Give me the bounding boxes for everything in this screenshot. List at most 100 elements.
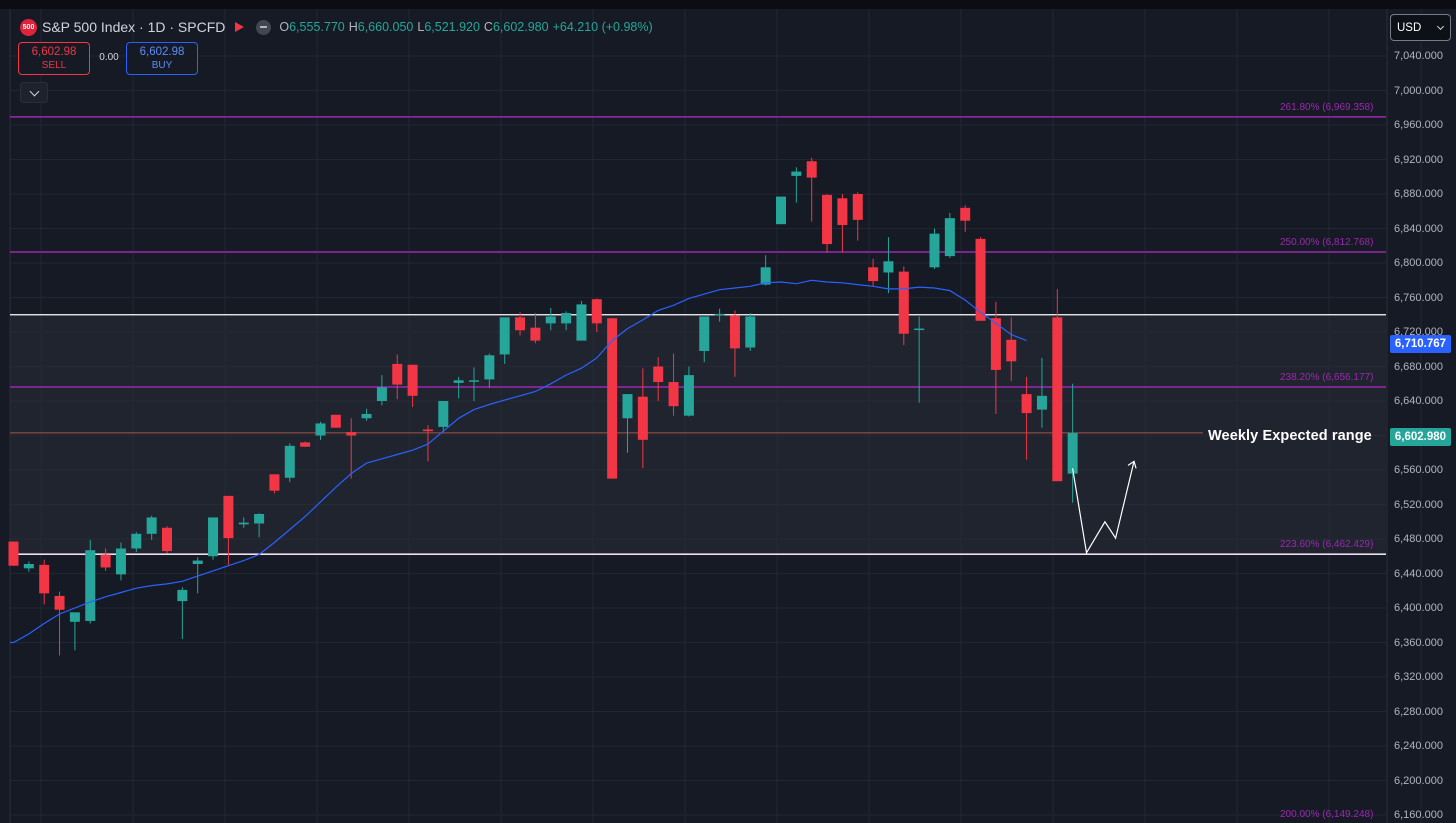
candle-body: [852, 194, 863, 220]
close-value: 6,602.980: [492, 20, 549, 34]
candle-body: [699, 316, 710, 351]
candle-body: [868, 267, 879, 282]
candle-body: [469, 380, 479, 382]
currency-value: USD: [1397, 21, 1422, 34]
candle-body: [254, 513, 265, 524]
y-tick-label: 7,000.000: [1394, 84, 1443, 97]
candle-body: [530, 327, 541, 341]
y-tick-label: 6,160.000: [1394, 809, 1443, 821]
candle-body: [545, 316, 556, 324]
chart-header: 500 S&P 500 Index · 1D · SPCFD O 6,555.7…: [20, 18, 657, 36]
candle-body: [561, 313, 572, 324]
candle-body: [85, 550, 96, 621]
y-tick-label: 6,680.000: [1394, 360, 1443, 373]
candle-body: [284, 445, 295, 478]
candle-body: [576, 304, 587, 341]
candle-body: [407, 364, 418, 396]
candle-body: [361, 413, 372, 419]
y-tick-label: 6,760.000: [1394, 291, 1443, 304]
candle-body: [484, 355, 495, 380]
candle-body: [23, 564, 34, 569]
symbol-logo-icon[interactable]: 500: [20, 18, 37, 36]
collapse-legend-button[interactable]: [20, 82, 48, 103]
candle-body: [177, 589, 188, 602]
high-label: H: [348, 20, 358, 34]
y-tick-label: 6,920.000: [1394, 153, 1443, 166]
sell-price: 6,602.98: [31, 45, 77, 58]
candle-body: [499, 317, 510, 355]
fib-level-label: 223.60% (6,462.429): [1280, 539, 1374, 551]
currency-selector[interactable]: USD: [1390, 14, 1451, 41]
chevron-down-icon: [1436, 22, 1445, 31]
candle-body: [607, 318, 618, 479]
candle-body: [822, 194, 833, 245]
y-tick-label: 6,640.000: [1394, 395, 1443, 407]
candle-body: [315, 423, 326, 436]
candle-body: [668, 382, 679, 407]
price-chart[interactable]: [0, 0, 1456, 823]
candle-body: [591, 299, 602, 324]
close-label: C: [483, 20, 493, 34]
candle-body: [208, 517, 219, 557]
y-tick-label: 6,360.000: [1394, 636, 1443, 649]
low-value: 6,521.920: [424, 20, 480, 34]
candle-body: [975, 238, 986, 321]
market-status-icon[interactable]: [256, 19, 272, 35]
candle-body: [376, 387, 387, 401]
buy-button[interactable]: 6,602.98 BUY: [126, 42, 198, 75]
candle-body: [100, 554, 111, 568]
y-tick-label: 6,440.000: [1394, 567, 1443, 580]
flag-icon[interactable]: [235, 22, 245, 32]
candle-body: [39, 564, 50, 594]
candle-body: [515, 317, 526, 331]
candle-body: [806, 161, 817, 178]
sell-button[interactable]: 6,602.98 SELL: [18, 42, 90, 75]
candle-body: [776, 196, 786, 225]
candle-body: [960, 207, 971, 221]
candle-body: [944, 218, 955, 257]
candle-body: [438, 401, 449, 427]
candle-body: [453, 380, 464, 383]
y-tick-label: 7,040.000: [1394, 50, 1443, 62]
candle-body: [837, 198, 848, 226]
candle-body: [422, 429, 433, 432]
weekly-range-annotation: Weekly Expected range: [1208, 428, 1372, 444]
y-tick-label: 6,200.000: [1394, 774, 1443, 787]
y-tick-label: 6,320.000: [1394, 671, 1443, 683]
candle-body: [714, 313, 725, 316]
buy-price: 6,602.98: [139, 45, 185, 58]
candle-body: [238, 522, 249, 525]
fib-level-label: 238.20% (6,656.177): [1280, 372, 1374, 384]
candle-body: [898, 271, 909, 334]
candle-body: [146, 517, 157, 534]
candle-body: [1052, 317, 1063, 482]
candle-body: [346, 432, 357, 436]
candle-body: [269, 474, 280, 491]
candle-body: [1036, 395, 1047, 410]
candle-body: [1067, 432, 1078, 474]
candle-body: [69, 612, 80, 622]
ema-price-tag: 6,710.767: [1390, 335, 1451, 353]
fib-level-label: 261.80% (6,969.358): [1280, 101, 1374, 113]
candle-body: [392, 363, 403, 385]
candle-body: [791, 171, 802, 176]
candle-body: [745, 316, 756, 348]
y-tick-label: 6,520.000: [1394, 498, 1443, 511]
candle-body: [637, 396, 648, 440]
candle-body: [1006, 339, 1017, 362]
candle-body: [300, 442, 311, 447]
candle-body: [883, 261, 894, 273]
fib-level-label: 250.00% (6,812.768): [1280, 236, 1374, 248]
candle-body: [115, 548, 126, 575]
candle-body: [162, 527, 172, 552]
spread-value: 0.00: [99, 52, 119, 63]
symbol-title[interactable]: S&P 500 Index · 1D · SPCFD: [42, 19, 225, 35]
y-tick-label: 6,960.000: [1394, 119, 1443, 131]
low-label: L: [417, 20, 425, 34]
candle-body: [760, 267, 771, 285]
candle-body: [223, 495, 234, 539]
open-label: O: [279, 20, 290, 34]
fib-level-label: 200.00% (6,149.248): [1280, 809, 1374, 821]
y-tick-label: 6,400.000: [1394, 602, 1443, 614]
candle-body: [1021, 394, 1032, 414]
